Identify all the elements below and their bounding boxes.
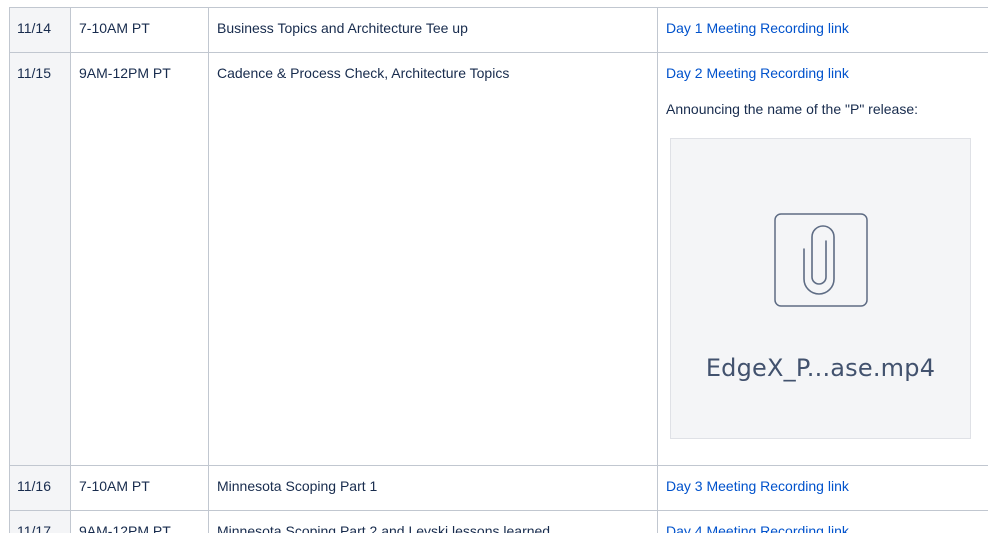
recording-cell: Day 2 Meeting Recording link Announcing … [657,52,988,466]
recording-cell: Day 1 Meeting Recording link [657,7,988,53]
paperclip-icon [774,213,868,307]
meeting-schedule-table-wrapper: 11/14 7-10AM PT Business Topics and Arch… [0,0,988,533]
table-row: 11/15 9AM-12PM PT Cadence & Process Chec… [9,52,988,466]
table-row: 11/17 9AM-12PM PT Minnesota Scoping Part… [9,510,988,533]
day-3-recording-link[interactable]: Day 3 Meeting Recording link [666,478,849,494]
table-row: 11/14 7-10AM PT Business Topics and Arch… [9,7,988,53]
day-4-recording-link[interactable]: Day 4 Meeting Recording link [666,523,849,533]
attachment-filename: EdgeX_P...ase.mp4 [705,354,936,382]
recording-cell: Day 3 Meeting Recording link [657,465,988,511]
date-cell: 11/15 [9,52,71,466]
topic-cell: Cadence & Process Check, Architecture To… [208,52,658,466]
time-cell: 9AM-12PM PT [70,52,209,466]
day-1-recording-link[interactable]: Day 1 Meeting Recording link [666,20,849,36]
date-cell: 11/17 [9,510,71,533]
table-row: 11/16 7-10AM PT Minnesota Scoping Part 1… [9,465,988,511]
day-2-recording-link[interactable]: Day 2 Meeting Recording link [666,65,849,81]
release-announcement-text: Announcing the name of the "P" release: [666,101,918,117]
recording-cell: Day 4 Meeting Recording link [657,510,988,533]
meeting-schedule-table: 11/14 7-10AM PT Business Topics and Arch… [9,7,988,533]
topic-cell: Business Topics and Architecture Tee up [208,7,658,53]
time-cell: 7-10AM PT [70,465,209,511]
time-cell: 7-10AM PT [70,7,209,53]
date-cell: 11/16 [9,465,71,511]
topic-cell: Minnesota Scoping Part 2 and Levski less… [208,510,658,533]
topic-cell: Minnesota Scoping Part 1 [208,465,658,511]
time-cell: 9AM-12PM PT [70,510,209,533]
date-cell: 11/14 [9,7,71,53]
attachment-card[interactable]: EdgeX_P...ase.mp4 [670,138,971,439]
